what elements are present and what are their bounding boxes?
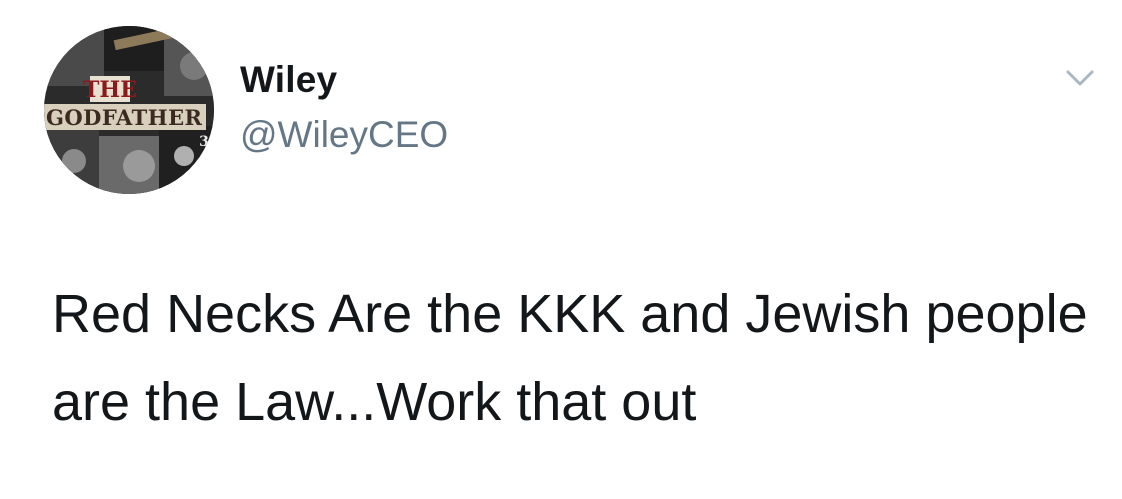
chevron-down-icon[interactable] (1056, 56, 1104, 100)
profile-avatar[interactable]: THE GODFATHER 3 (44, 26, 214, 194)
user-handle[interactable]: @WileyCEO (240, 113, 448, 157)
display-name[interactable]: Wiley (240, 58, 337, 102)
avatar-logo-line2: GODFATHER (46, 105, 203, 130)
tweet-text: Red Necks Are the KKK and Jewish people … (52, 284, 1088, 432)
avatar-logo-line1: THE (83, 77, 137, 103)
avatar-logo-number: 3 (199, 134, 209, 150)
tweet-card: THE GODFATHER 3 Wiley @WileyCEO Red Neck… (0, 0, 1122, 499)
avatar-collage-image: THE GODFATHER 3 (44, 26, 214, 194)
